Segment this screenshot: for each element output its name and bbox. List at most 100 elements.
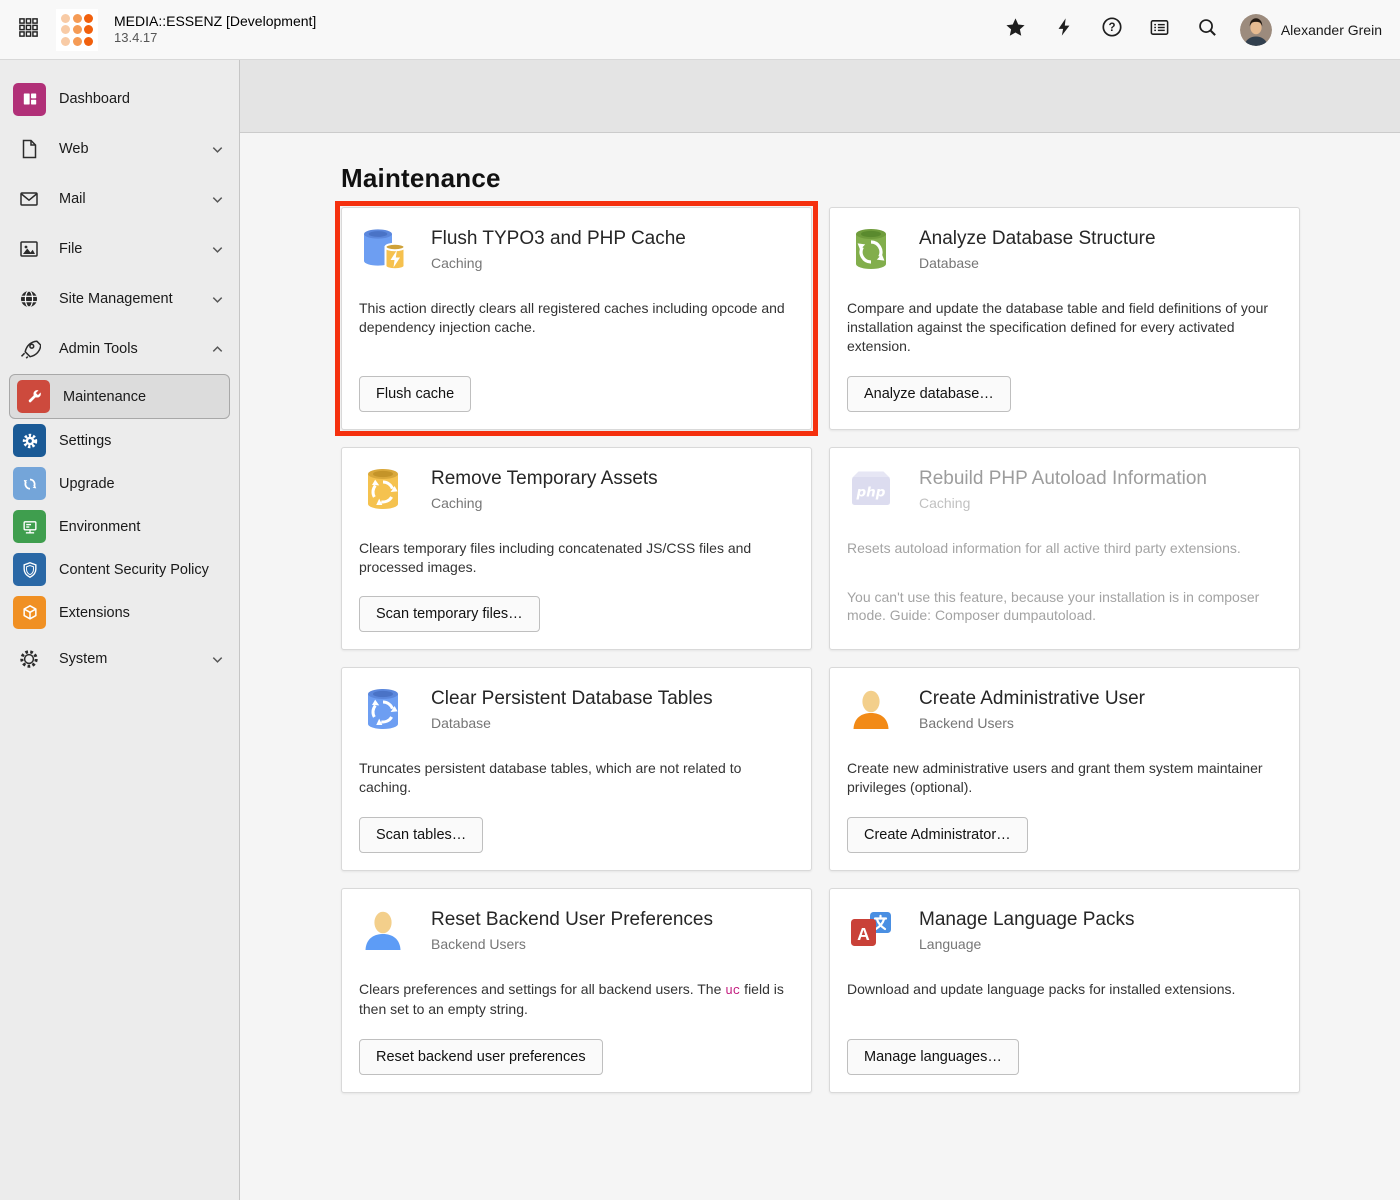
logo-dot <box>61 25 70 34</box>
php-autoload-icon: php <box>847 465 895 513</box>
scan-tables-button[interactable]: Scan tables… <box>359 817 483 853</box>
logo-dot <box>84 14 93 23</box>
flush-cache-icon <box>359 225 407 273</box>
logo-dot <box>73 37 82 46</box>
gear-icon <box>13 424 46 457</box>
card-flush-typo3-and-php-cache: Flush TYPO3 and PHP Cache Caching This a… <box>341 207 812 430</box>
user-name: Alexander Grein <box>1281 22 1382 38</box>
card-title: Rebuild PHP Autoload Information <box>919 465 1207 490</box>
sidebar-item-dashboard[interactable]: Dashboard <box>0 74 239 124</box>
create-administrator-button[interactable]: Create Administrator… <box>847 817 1028 853</box>
card-title: Remove Temporary Assets <box>431 465 658 490</box>
server-icon <box>13 510 46 543</box>
search-icon <box>1197 17 1218 43</box>
sidebar-item-system[interactable]: System <box>0 634 239 684</box>
sidebar-item-site-management[interactable]: Site Management <box>0 274 239 324</box>
analyze-database-button[interactable]: Analyze database… <box>847 376 1011 412</box>
card-description: This action directly clears all register… <box>359 299 794 337</box>
module-body: Maintenance Flush TYPO3 and PHP Cache Ca… <box>240 133 1400 1200</box>
sidebar-item-extensions[interactable]: Extensions <box>0 591 239 634</box>
sidebar-item-file[interactable]: File <box>0 224 239 274</box>
wrench-icon <box>17 380 50 413</box>
sidebar-item-label: Settings <box>59 433 225 449</box>
card-description: Clears preferences and settings for all … <box>359 980 794 1019</box>
card-title: Analyze Database Structure <box>919 225 1156 250</box>
apps-grid-icon <box>17 16 40 44</box>
sidebar-item-label: Admin Tools <box>59 341 207 357</box>
scan-temporary-files-button[interactable]: Scan temporary files… <box>359 596 540 632</box>
chevron-down-icon[interactable] <box>207 652 225 667</box>
card-category: Caching <box>919 495 1207 511</box>
sidebar-item-settings[interactable]: Settings <box>0 419 239 462</box>
log-button[interactable] <box>1140 10 1180 50</box>
sidebar-item-maintenance[interactable]: Maintenance <box>9 374 230 419</box>
maintenance-cards-grid: Flush TYPO3 and PHP Cache Caching This a… <box>341 207 1400 1093</box>
sidebar-item-label: Upgrade <box>59 476 225 492</box>
globe-icon <box>16 287 42 311</box>
card-clear-persistent-database-tables: Clear Persistent Database Tables Databas… <box>341 667 812 871</box>
docheader <box>240 60 1400 133</box>
star-button[interactable] <box>996 10 1036 50</box>
sidebar-item-label: System <box>59 651 207 667</box>
card-title: Clear Persistent Database Tables <box>431 685 713 710</box>
sidebar-item-web[interactable]: Web <box>0 124 239 174</box>
sidebar-item-admin-tools[interactable]: Admin Tools <box>0 324 239 374</box>
site-version: 13.4.17 <box>114 30 316 46</box>
typo3-dots-logo[interactable] <box>56 9 98 51</box>
card-description: Compare and update the database table an… <box>847 299 1282 356</box>
chevron-up-icon[interactable] <box>207 342 225 357</box>
card-description: Truncates persistent database tables, wh… <box>359 759 794 797</box>
card-category: Database <box>919 255 1156 271</box>
create-admin-icon <box>847 685 895 733</box>
log-icon <box>1149 17 1170 43</box>
sidebar-item-environment[interactable]: Environment <box>0 505 239 548</box>
card-note: You can't use this feature, because your… <box>847 588 1282 626</box>
site-title-block: MEDIA::ESSENZ [Development] 13.4.17 <box>114 13 316 47</box>
refresh-icon <box>13 467 46 500</box>
svg-text:A: A <box>857 924 870 944</box>
card-title: Create Administrative User <box>919 685 1145 710</box>
reset-backend-user-preferences-button[interactable]: Reset backend user preferences <box>359 1039 603 1075</box>
card-rebuild-php-autoload-information: php Rebuild PHP Autoload Information Cac… <box>829 447 1300 651</box>
flush-cache-button[interactable]: Flush cache <box>359 376 471 412</box>
card-description: Resets autoload information for all acti… <box>847 539 1282 558</box>
sidebar-item-label: Extensions <box>59 605 225 621</box>
card-category: Backend Users <box>431 936 713 952</box>
chevron-down-icon[interactable] <box>207 292 225 307</box>
sidebar-item-upgrade[interactable]: Upgrade <box>0 462 239 505</box>
sidebar-item-label: File <box>59 241 207 257</box>
sidebar-item-label: Environment <box>59 519 225 535</box>
manage-languages-button[interactable]: Manage languages… <box>847 1039 1019 1075</box>
sidebar-item-label: Maintenance <box>63 389 224 405</box>
search-button[interactable] <box>1188 10 1228 50</box>
card-title: Manage Language Packs <box>919 906 1135 931</box>
module-menu-toggle-button[interactable] <box>14 16 42 44</box>
chevron-down-icon[interactable] <box>207 242 225 257</box>
card-create-administrative-user: Create Administrative User Backend Users… <box>829 667 1300 871</box>
svg-text:php: php <box>856 484 886 500</box>
envelope-icon <box>16 187 42 211</box>
help-button[interactable]: ? <box>1092 10 1132 50</box>
logo-dot <box>73 25 82 34</box>
user-menu[interactable]: Alexander Grein <box>1240 14 1382 46</box>
sidebar-item-label: Dashboard <box>59 91 225 107</box>
sidebar-item-mail[interactable]: Mail <box>0 174 239 224</box>
bolt-button[interactable] <box>1044 10 1084 50</box>
sidebar-item-content-security-policy[interactable]: Content Security Policy <box>0 548 239 591</box>
remove-assets-icon <box>359 465 407 513</box>
card-category: Backend Users <box>919 715 1145 731</box>
bolt-icon <box>1054 17 1074 42</box>
chevron-down-icon[interactable] <box>207 192 225 207</box>
page-icon <box>16 137 42 161</box>
help-icon: ? <box>1101 16 1123 43</box>
card-category: Database <box>431 715 713 731</box>
dashboard-icon <box>13 83 46 116</box>
logo-dot <box>61 14 70 23</box>
logo-dot <box>61 37 70 46</box>
page-title: Maintenance <box>341 163 1400 194</box>
gear-outline-icon <box>16 647 42 671</box>
chevron-down-icon[interactable] <box>207 142 225 157</box>
card-title: Reset Backend User Preferences <box>431 906 713 931</box>
card-category: Language <box>919 936 1135 952</box>
reset-preferences-icon <box>359 906 407 954</box>
